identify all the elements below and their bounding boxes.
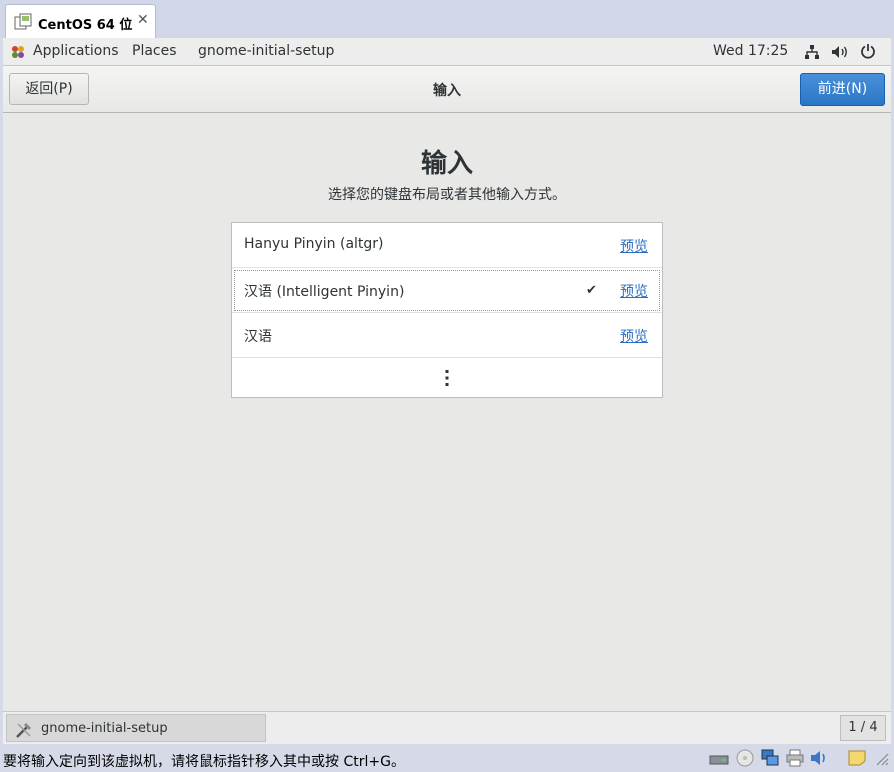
network-adapter-icon[interactable]	[760, 749, 780, 767]
header-bar: 返回(P) 输入 前进(N)	[3, 66, 891, 113]
volume-icon[interactable]	[831, 44, 849, 60]
tools-icon	[16, 723, 31, 738]
hard-disk-icon[interactable]	[709, 749, 729, 767]
list-item-label: Hanyu Pinyin (altgr)	[244, 236, 384, 252]
network-icon[interactable]	[804, 44, 820, 60]
clock[interactable]: Wed 17:25	[713, 43, 788, 59]
vm-tab-title: CentOS 64 位	[38, 18, 133, 33]
vm-status-bar: 要将输入定向到该虚拟机，请将鼠标指针移入其中或按 Ctrl+G。	[0, 744, 894, 772]
page-title: 输入	[420, 149, 473, 179]
vm-icon	[14, 13, 32, 30]
window-list-item[interactable]: gnome-initial-setup	[6, 714, 266, 742]
input-source-list: Hanyu Pinyin (altgr) 预览 汉语 (Intelligent …	[231, 222, 663, 398]
resize-grip-icon[interactable]	[873, 749, 889, 767]
page-subtitle: 选择您的键盘布局或者其他输入方式。	[328, 187, 566, 203]
window-list-bar: gnome-initial-setup 1 / 4	[3, 711, 891, 744]
applications-icon	[12, 46, 24, 58]
main-content: 输入 选择您的键盘布局或者其他输入方式。 Hanyu Pinyin (altgr…	[3, 113, 891, 711]
preview-link[interactable]: 预览	[620, 281, 648, 301]
list-item-hanyu[interactable]: 汉语 预览	[232, 313, 662, 358]
power-icon[interactable]	[860, 43, 876, 59]
top-bar: Applications Places gnome-initial-setup …	[3, 38, 891, 66]
places-menu[interactable]: Places	[132, 43, 177, 59]
cd-drive-icon[interactable]	[735, 749, 755, 767]
workspace-indicator[interactable]: 1 / 4	[840, 715, 886, 741]
status-message: 要将输入定向到该虚拟机，请将鼠标指针移入其中或按 Ctrl+G。	[3, 754, 405, 770]
header-title: 输入	[433, 83, 461, 99]
close-icon[interactable]: ✕	[137, 12, 149, 28]
preview-link[interactable]: 预览	[620, 326, 648, 346]
preview-link[interactable]: 预览	[620, 236, 648, 256]
message-log-icon[interactable]	[847, 749, 867, 767]
vm-tab-bar: CentOS 64 位 ✕	[0, 0, 894, 38]
applications-menu[interactable]: Applications	[33, 43, 119, 59]
more-options-icon	[445, 370, 449, 386]
list-item-label: 汉语 (Intelligent Pinyin)	[244, 284, 405, 300]
checkmark-icon: ✔	[586, 283, 597, 298]
sound-card-icon[interactable]	[809, 749, 829, 767]
back-button[interactable]: 返回(P)	[9, 73, 89, 105]
vm-tab[interactable]: CentOS 64 位 ✕	[5, 4, 156, 38]
window-list-label: gnome-initial-setup	[41, 721, 168, 736]
more-options-row[interactable]	[232, 358, 662, 397]
next-button[interactable]: 前进(N)	[800, 73, 885, 106]
printer-icon[interactable]	[785, 749, 805, 767]
list-item-hanyu-pinyin[interactable]: Hanyu Pinyin (altgr) 预览	[232, 223, 662, 268]
list-item-intelligent-pinyin[interactable]: 汉语 (Intelligent Pinyin) ✔ 预览	[232, 268, 662, 313]
list-item-label: 汉语	[244, 329, 272, 345]
app-menu[interactable]: gnome-initial-setup	[198, 43, 334, 59]
